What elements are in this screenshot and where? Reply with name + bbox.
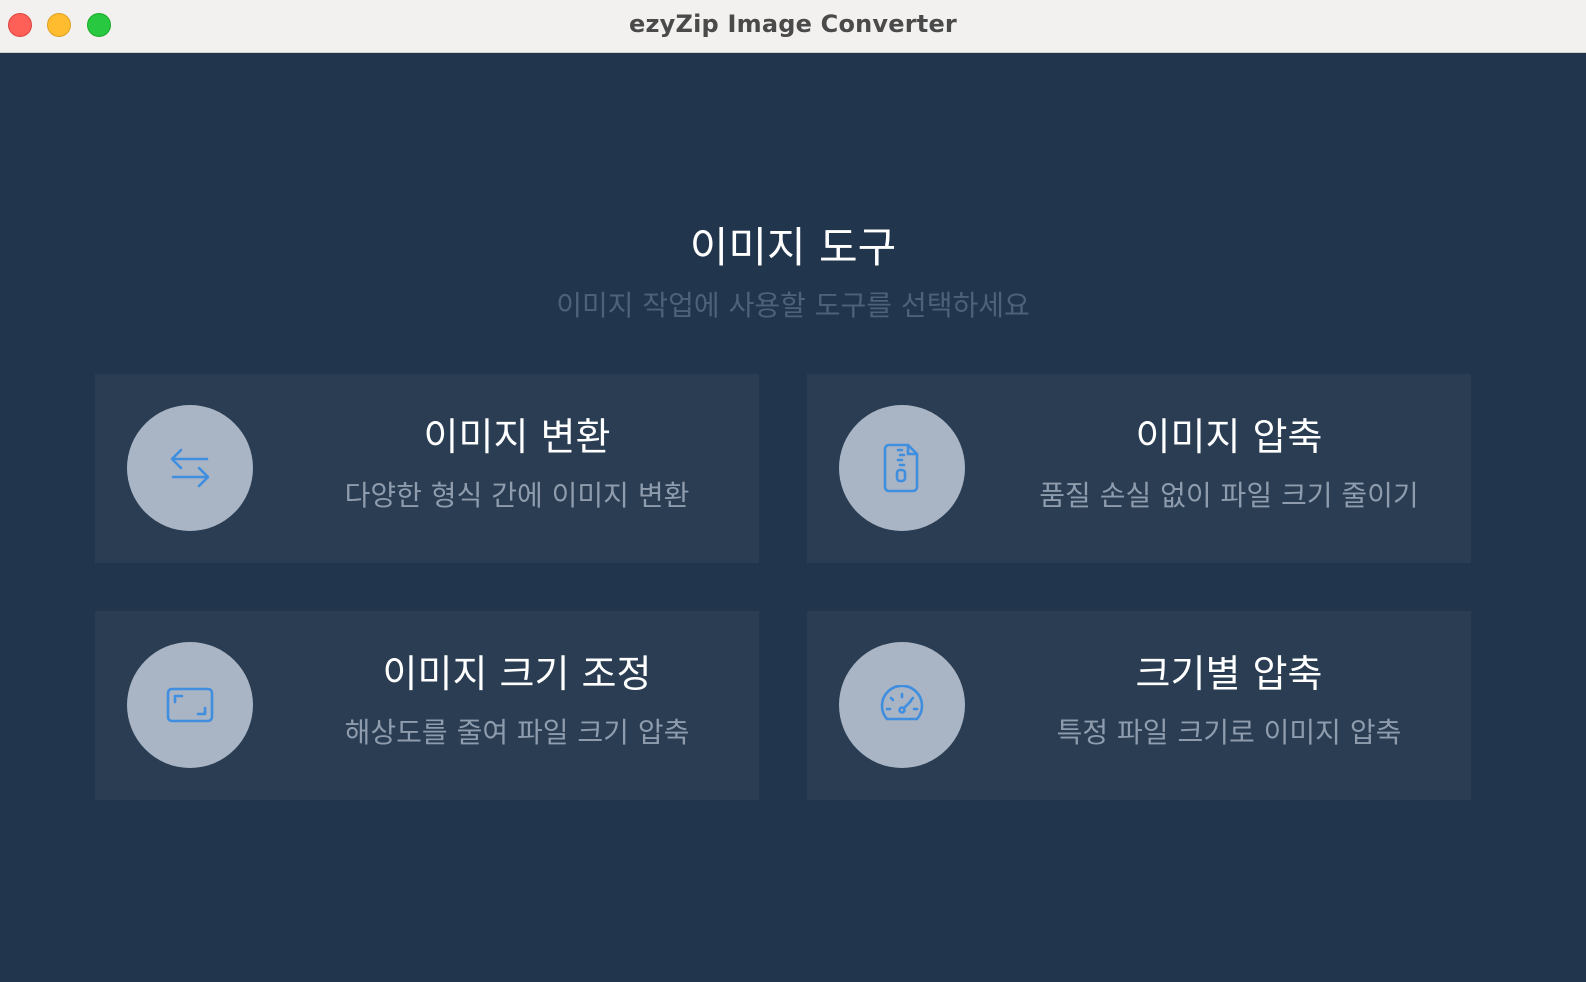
app-window: ezyZip Image Converter 이미지 도구 이미지 작업에 사용… — [0, 0, 1586, 982]
tool-card-compress-by-size[interactable]: 크기별 압축 특정 파일 크기로 이미지 압축 — [807, 611, 1471, 800]
tool-card-title: 이미지 변환 — [423, 415, 611, 459]
tool-icon-circle — [127, 405, 253, 531]
page-title: 이미지 도구 — [689, 223, 897, 272]
tool-icon-circle — [127, 642, 253, 768]
tool-card-convert[interactable]: 이미지 변환 다양한 형식 간에 이미지 변환 — [95, 374, 759, 563]
tool-card-title: 크기별 압축 — [1135, 652, 1323, 696]
tool-icon-circle — [839, 642, 965, 768]
tool-card-description: 품질 손실 없이 파일 크기 줄이기 — [1039, 479, 1419, 512]
tool-card-description: 특정 파일 크기로 이미지 압축 — [1056, 716, 1402, 749]
tool-card-resize[interactable]: 이미지 크기 조정 해상도를 줄여 파일 크기 압축 — [95, 611, 759, 800]
page-subtitle: 이미지 작업에 사용할 도구를 선택하세요 — [556, 289, 1030, 322]
tool-card-title: 이미지 크기 조정 — [382, 652, 652, 696]
tool-icon-circle — [839, 405, 965, 531]
title-bar[interactable]: ezyZip Image Converter — [0, 0, 1586, 53]
zip-file-icon — [883, 443, 919, 493]
convert-arrows-icon — [170, 448, 210, 488]
window-title: ezyZip Image Converter — [629, 10, 957, 38]
resize-frame-icon — [166, 687, 214, 723]
tool-card-compress[interactable]: 이미지 압축 품질 손실 없이 파일 크기 줄이기 — [807, 374, 1471, 563]
tool-card-description: 해상도를 줄여 파일 크기 압축 — [344, 716, 690, 749]
tool-card-title: 이미지 압축 — [1135, 415, 1323, 459]
tool-card-description: 다양한 형식 간에 이미지 변환 — [344, 479, 690, 512]
gauge-icon — [880, 685, 924, 721]
